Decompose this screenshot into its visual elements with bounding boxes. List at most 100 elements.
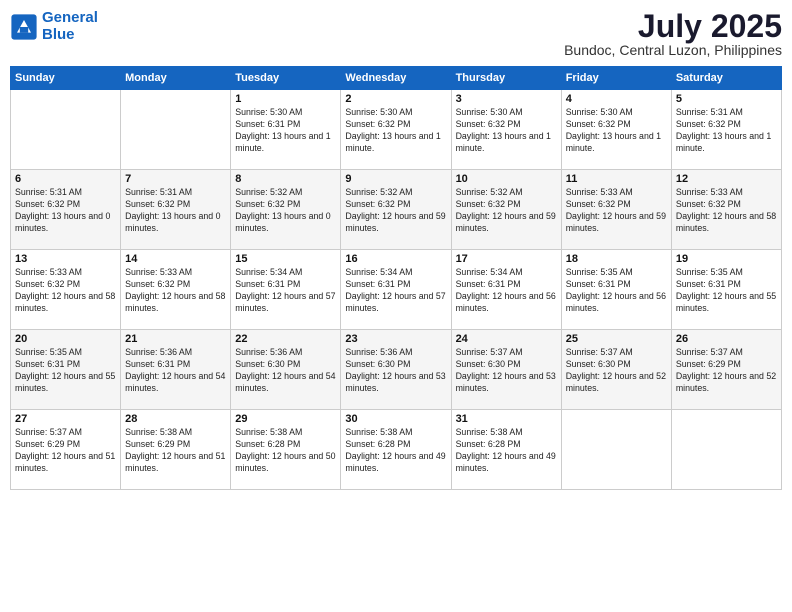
month-title: July 2025 bbox=[564, 10, 782, 42]
logo-line2: Blue bbox=[42, 26, 75, 43]
week-row-4: 27 Sunrise: 5:37 AM Sunset: 6:29 PM Dayli… bbox=[11, 410, 782, 490]
day-number: 22 bbox=[235, 333, 336, 345]
day-info: Sunrise: 5:31 AM Sunset: 6:32 PM Dayligh… bbox=[676, 107, 777, 155]
calendar-cell: 22Sunrise: 5:36 AM Sunset: 6:30 PM Dayli… bbox=[231, 330, 341, 410]
day-info: Sunrise: 5:33 AM Sunset: 6:32 PM Dayligh… bbox=[566, 187, 667, 235]
day-info: Sunrise: 5:32 AM Sunset: 6:32 PM Dayligh… bbox=[235, 187, 336, 235]
day-number: 14 bbox=[125, 253, 226, 265]
day-number: 1 bbox=[235, 93, 336, 105]
day-info: Sunrise: 5:33 AM Sunset: 6:32 PM Dayligh… bbox=[15, 267, 116, 315]
day-info: Sunrise: 5:34 AM Sunset: 6:31 PM Dayligh… bbox=[456, 267, 557, 315]
day-info: Sunrise: 5:37 AM Sunset: 6:29 PM Dayligh… bbox=[15, 427, 116, 475]
day-number: 7 bbox=[125, 173, 226, 185]
day-number: 28 bbox=[125, 413, 226, 425]
day-number: 5 bbox=[676, 93, 777, 105]
day-info: Sunrise: 5:38 AM Sunset: 6:29 PM Dayligh… bbox=[125, 427, 226, 475]
day-info: Sunrise: 5:31 AM Sunset: 6:32 PM Dayligh… bbox=[15, 187, 116, 235]
calendar-cell: 24 Sunrise: 5:37 AM Sunset: 6:30 PM Dayli… bbox=[451, 330, 561, 410]
logo-icon bbox=[10, 13, 38, 41]
day-header-thursday: Thursday bbox=[451, 67, 561, 90]
day-header-friday: Friday bbox=[561, 67, 671, 90]
day-info: Sunrise: 5:38 AM Sunset: 6:28 PM Dayligh… bbox=[456, 427, 557, 475]
header: General Blue July 2025 Bundoc, Central L… bbox=[10, 10, 782, 58]
calendar-cell: 5 Sunrise: 5:31 AM Sunset: 6:32 PM Daylig… bbox=[671, 90, 781, 170]
day-info: Sunrise: 5:37 AM Sunset: 6:29 PM Dayligh… bbox=[676, 347, 777, 395]
day-header-tuesday: Tuesday bbox=[231, 67, 341, 90]
week-row-0: 1 Sunrise: 5:30 AM Sunset: 6:31 PM Daylig… bbox=[11, 90, 782, 170]
calendar-table: SundayMondayTuesdayWednesdayThursdayFrid… bbox=[10, 66, 782, 490]
day-number: 13 bbox=[15, 253, 116, 265]
logo-line1: General bbox=[42, 9, 98, 26]
day-info: Sunrise: 5:35 AM Sunset: 6:31 PM Dayligh… bbox=[676, 267, 777, 315]
calendar-cell: 4Sunrise: 5:30 AM Sunset: 6:32 PM Daylig… bbox=[561, 90, 671, 170]
calendar-cell: 16 Sunrise: 5:34 AM Sunset: 6:31 PM Dayli… bbox=[341, 250, 451, 330]
day-number: 21 bbox=[125, 333, 226, 345]
day-number: 3 bbox=[456, 93, 557, 105]
calendar-cell: 30 Sunrise: 5:38 AM Sunset: 6:28 PM Dayli… bbox=[341, 410, 451, 490]
day-number: 15 bbox=[235, 253, 336, 265]
calendar-cell: 31 Sunrise: 5:38 AM Sunset: 6:28 PM Dayli… bbox=[451, 410, 561, 490]
day-number: 12 bbox=[676, 173, 777, 185]
calendar-cell: 12 Sunrise: 5:33 AM Sunset: 6:32 PM Dayli… bbox=[671, 170, 781, 250]
day-info: Sunrise: 5:35 AM Sunset: 6:31 PM Dayligh… bbox=[15, 347, 116, 395]
calendar-cell: 14Sunrise: 5:33 AM Sunset: 6:32 PM Dayli… bbox=[121, 250, 231, 330]
day-info: Sunrise: 5:30 AM Sunset: 6:32 PM Dayligh… bbox=[566, 107, 667, 155]
day-info: Sunrise: 5:36 AM Sunset: 6:31 PM Dayligh… bbox=[125, 347, 226, 395]
day-number: 2 bbox=[345, 93, 446, 105]
week-row-1: 6 Sunrise: 5:31 AM Sunset: 6:32 PM Daylig… bbox=[11, 170, 782, 250]
day-info: Sunrise: 5:32 AM Sunset: 6:32 PM Dayligh… bbox=[456, 187, 557, 235]
day-info: Sunrise: 5:32 AM Sunset: 6:32 PM Dayligh… bbox=[345, 187, 446, 235]
calendar-cell: 27 Sunrise: 5:37 AM Sunset: 6:29 PM Dayli… bbox=[11, 410, 121, 490]
day-number: 25 bbox=[566, 333, 667, 345]
calendar-cell: 19Sunrise: 5:35 AM Sunset: 6:31 PM Dayli… bbox=[671, 250, 781, 330]
calendar-cell: 20 Sunrise: 5:35 AM Sunset: 6:31 PM Dayli… bbox=[11, 330, 121, 410]
calendar-cell: 1 Sunrise: 5:30 AM Sunset: 6:31 PM Daylig… bbox=[231, 90, 341, 170]
calendar-cell bbox=[561, 410, 671, 490]
day-info: Sunrise: 5:37 AM Sunset: 6:30 PM Dayligh… bbox=[566, 347, 667, 395]
calendar-cell: 28 Sunrise: 5:38 AM Sunset: 6:29 PM Dayli… bbox=[121, 410, 231, 490]
day-info: Sunrise: 5:31 AM Sunset: 6:32 PM Dayligh… bbox=[125, 187, 226, 235]
calendar-cell: 26Sunrise: 5:37 AM Sunset: 6:29 PM Dayli… bbox=[671, 330, 781, 410]
logo-text: General Blue bbox=[42, 10, 98, 43]
calendar-cell: 23 Sunrise: 5:36 AM Sunset: 6:30 PM Dayli… bbox=[341, 330, 451, 410]
day-header-wednesday: Wednesday bbox=[341, 67, 451, 90]
day-number: 24 bbox=[456, 333, 557, 345]
day-number: 8 bbox=[235, 173, 336, 185]
calendar-cell bbox=[671, 410, 781, 490]
day-number: 11 bbox=[566, 173, 667, 185]
day-info: Sunrise: 5:30 AM Sunset: 6:32 PM Dayligh… bbox=[456, 107, 557, 155]
day-number: 23 bbox=[345, 333, 446, 345]
day-info: Sunrise: 5:35 AM Sunset: 6:31 PM Dayligh… bbox=[566, 267, 667, 315]
day-info: Sunrise: 5:34 AM Sunset: 6:31 PM Dayligh… bbox=[345, 267, 446, 315]
calendar-cell: 11 Sunrise: 5:33 AM Sunset: 6:32 PM Dayli… bbox=[561, 170, 671, 250]
day-info: Sunrise: 5:38 AM Sunset: 6:28 PM Dayligh… bbox=[345, 427, 446, 475]
day-info: Sunrise: 5:30 AM Sunset: 6:32 PM Dayligh… bbox=[345, 107, 446, 155]
location-title: Bundoc, Central Luzon, Philippines bbox=[564, 42, 782, 58]
day-number: 6 bbox=[15, 173, 116, 185]
day-number: 30 bbox=[345, 413, 446, 425]
logo: General Blue bbox=[10, 10, 98, 43]
calendar-cell: 13 Sunrise: 5:33 AM Sunset: 6:32 PM Dayli… bbox=[11, 250, 121, 330]
calendar-cell: 25 Sunrise: 5:37 AM Sunset: 6:30 PM Dayli… bbox=[561, 330, 671, 410]
day-number: 18 bbox=[566, 253, 667, 265]
day-info: Sunrise: 5:34 AM Sunset: 6:31 PM Dayligh… bbox=[235, 267, 336, 315]
calendar-cell bbox=[121, 90, 231, 170]
day-number: 27 bbox=[15, 413, 116, 425]
header-row: SundayMondayTuesdayWednesdayThursdayFrid… bbox=[11, 67, 782, 90]
calendar-cell: 2 Sunrise: 5:30 AM Sunset: 6:32 PM Daylig… bbox=[341, 90, 451, 170]
calendar-cell: 15 Sunrise: 5:34 AM Sunset: 6:31 PM Dayli… bbox=[231, 250, 341, 330]
day-number: 20 bbox=[15, 333, 116, 345]
day-info: Sunrise: 5:30 AM Sunset: 6:31 PM Dayligh… bbox=[235, 107, 336, 155]
calendar-cell: 3 Sunrise: 5:30 AM Sunset: 6:32 PM Daylig… bbox=[451, 90, 561, 170]
day-info: Sunrise: 5:33 AM Sunset: 6:32 PM Dayligh… bbox=[676, 187, 777, 235]
day-info: Sunrise: 5:38 AM Sunset: 6:28 PM Dayligh… bbox=[235, 427, 336, 475]
calendar-cell: 29Sunrise: 5:38 AM Sunset: 6:28 PM Dayli… bbox=[231, 410, 341, 490]
day-header-monday: Monday bbox=[121, 67, 231, 90]
calendar-cell: 9Sunrise: 5:32 AM Sunset: 6:32 PM Daylig… bbox=[341, 170, 451, 250]
day-number: 16 bbox=[345, 253, 446, 265]
page: General Blue July 2025 Bundoc, Central L… bbox=[0, 0, 792, 612]
day-info: Sunrise: 5:37 AM Sunset: 6:30 PM Dayligh… bbox=[456, 347, 557, 395]
day-number: 31 bbox=[456, 413, 557, 425]
day-info: Sunrise: 5:36 AM Sunset: 6:30 PM Dayligh… bbox=[345, 347, 446, 395]
calendar-cell: 21 Sunrise: 5:36 AM Sunset: 6:31 PM Dayli… bbox=[121, 330, 231, 410]
